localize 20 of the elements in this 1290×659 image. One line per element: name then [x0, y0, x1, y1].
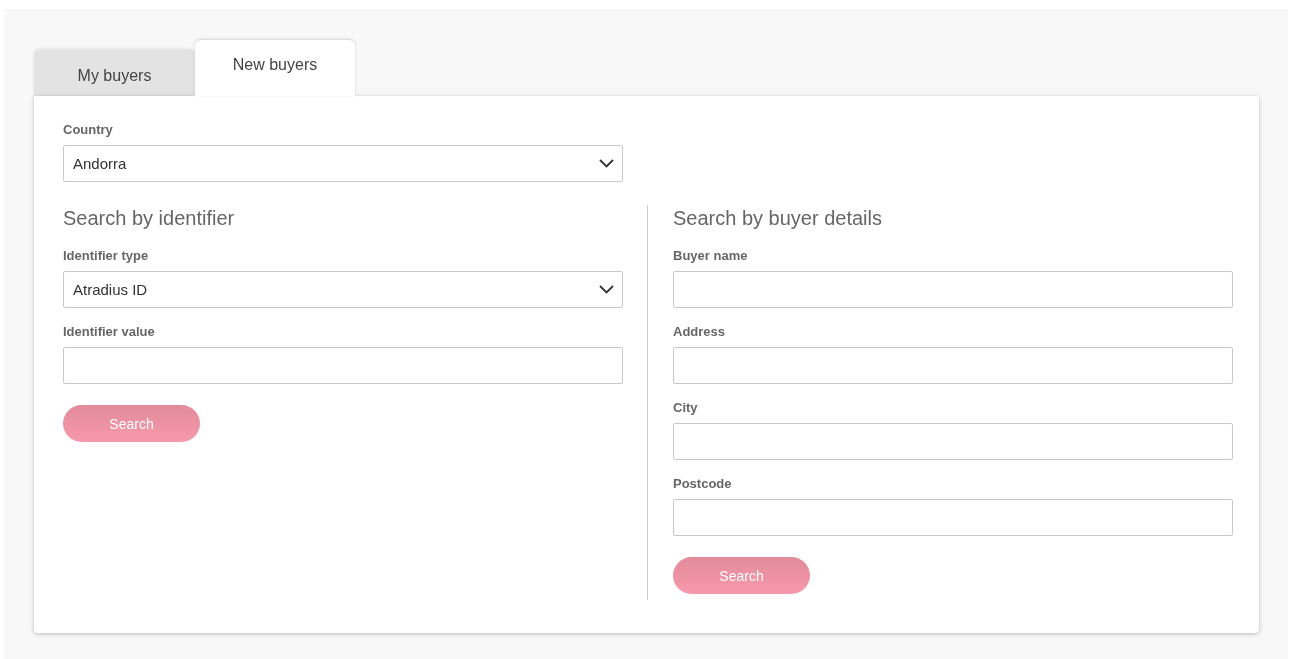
input-field[interactable] [673, 499, 1233, 536]
input-field[interactable] [673, 271, 1233, 308]
input-field[interactable] [673, 347, 1233, 384]
dropdown[interactable]: Andorra [63, 145, 623, 182]
field-label: Country [63, 122, 114, 137]
dropdown[interactable]: Atradius ID [63, 271, 623, 308]
field-label: Identifier type [63, 248, 150, 263]
section-heading: Search by identifier [63, 207, 236, 230]
input-field[interactable] [63, 347, 623, 384]
field-label: Identifier value [63, 324, 156, 339]
input-field[interactable] [673, 423, 1233, 460]
tab[interactable]: New buyers [195, 40, 355, 96]
tab[interactable]: My buyers [34, 49, 195, 96]
field-label: Buyer name [673, 248, 749, 263]
chevron-down-icon [599, 285, 614, 294]
field-label: Postcode [673, 476, 733, 491]
field-label: Address [673, 324, 727, 339]
chevron-down-icon [599, 159, 614, 168]
field-label: City [673, 400, 699, 415]
section-heading: Search by buyer details [673, 207, 883, 230]
